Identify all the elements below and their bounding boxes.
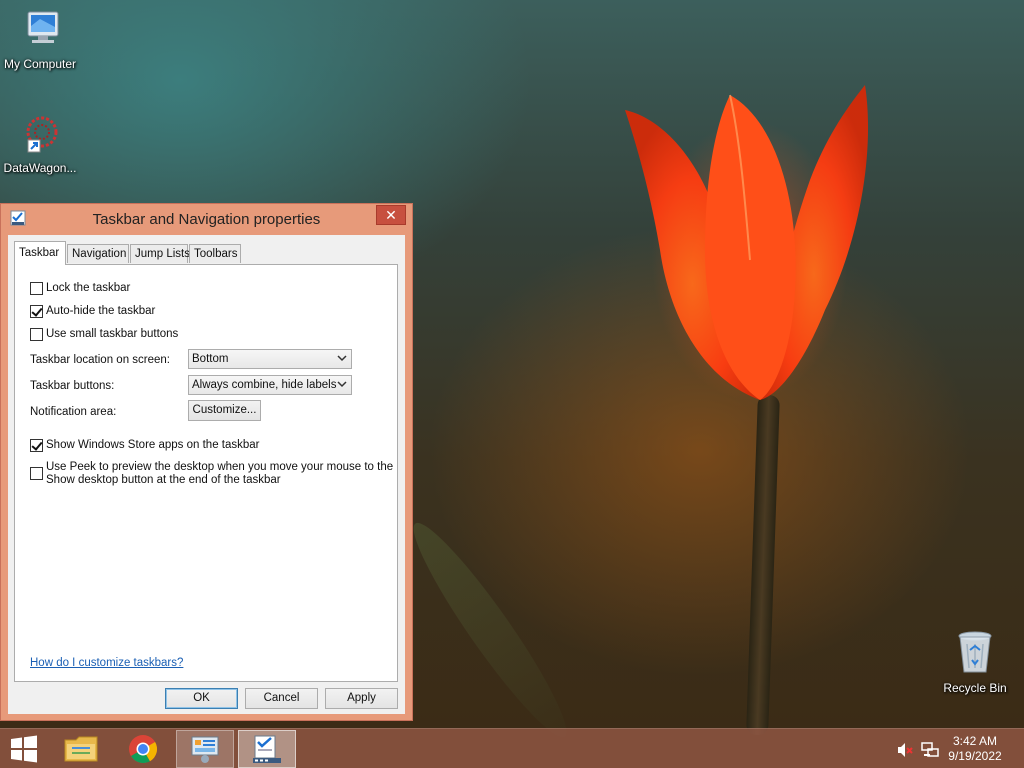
small-buttons-label: Use small taskbar buttons xyxy=(46,328,179,340)
ok-button[interactable]: OK xyxy=(165,688,238,709)
peek-label-line1: Use Peek to preview the desktop when you… xyxy=(46,461,394,473)
cancel-button[interactable]: Cancel xyxy=(245,688,318,709)
dialog-title: Taskbar and Navigation properties xyxy=(92,211,321,228)
lock-taskbar-checkbox[interactable] xyxy=(30,282,43,295)
folder-icon xyxy=(64,736,98,762)
chevron-down-icon xyxy=(337,355,347,362)
taskbar-control-panel[interactable] xyxy=(176,730,234,768)
desktop-icon-datawagon[interactable]: DataWagon... xyxy=(0,112,80,175)
wallpaper-leaf xyxy=(399,512,581,748)
desktop-icon-recycle-bin[interactable]: Recycle Bin xyxy=(935,630,1015,695)
close-button[interactable]: ✕ xyxy=(376,205,406,225)
peek-label-line2: Show desktop button at the end of the ta… xyxy=(46,474,281,486)
dialog-body: Taskbar Navigation Jump Lists Toolbars L… xyxy=(8,235,405,714)
taskbar-properties-dialog: Taskbar and Navigation properties ✕ Task… xyxy=(0,203,413,721)
tray-clock[interactable]: 3:42 AM 9/19/2022 xyxy=(940,734,1010,764)
chrome-icon xyxy=(129,735,158,764)
tab-jump-lists[interactable]: Jump Lists xyxy=(130,244,190,263)
desktop-icon-label: DataWagon... xyxy=(3,161,77,175)
datawagon-shortcut-icon xyxy=(26,116,58,153)
store-apps-label: Show Windows Store apps on the taskbar xyxy=(46,439,260,451)
peek-checkbox[interactable] xyxy=(30,467,43,480)
taskbar-tab-panel: Lock the taskbar Auto-hide the taskbar U… xyxy=(14,264,398,682)
desktop-icon-label: Recycle Bin xyxy=(943,681,1007,695)
clock-time: 3:42 AM xyxy=(952,734,998,748)
location-label: Taskbar location on screen: xyxy=(30,354,170,366)
notification-area-label: Notification area: xyxy=(30,406,117,418)
taskbar-buttons-value: Always combine, hide labels xyxy=(192,379,337,391)
desktop-icon-my-computer[interactable]: My Computer xyxy=(0,8,80,71)
taskbar: 3:42 AM 9/19/2022 xyxy=(0,728,1024,768)
clock-date: 9/19/2022 xyxy=(948,749,1002,763)
volume-muted-icon[interactable] xyxy=(897,742,913,758)
control-panel-icon xyxy=(191,736,219,763)
lock-taskbar-label: Lock the taskbar xyxy=(46,282,131,294)
taskbar-buttons-select[interactable]: Always combine, hide labels xyxy=(188,375,352,395)
tab-toolbars[interactable]: Toolbars xyxy=(189,244,241,263)
apply-button[interactable]: Apply xyxy=(325,688,398,709)
store-apps-checkbox[interactable] xyxy=(30,439,43,452)
location-select[interactable]: Bottom xyxy=(188,349,352,369)
dialog-title-bar[interactable]: Taskbar and Navigation properties ✕ xyxy=(1,204,412,234)
start-button[interactable] xyxy=(0,730,48,768)
desktop-icon-label: My Computer xyxy=(3,57,77,71)
wallpaper-stem xyxy=(746,394,780,736)
auto-hide-label: Auto-hide the taskbar xyxy=(46,305,156,317)
tab-navigation[interactable]: Navigation xyxy=(67,244,129,263)
network-icon[interactable] xyxy=(921,742,939,758)
taskbar-properties-icon xyxy=(253,735,281,763)
taskbar-file-explorer[interactable] xyxy=(52,730,110,768)
small-buttons-checkbox[interactable] xyxy=(30,328,43,341)
location-value: Bottom xyxy=(192,353,229,365)
recycle-bin-icon xyxy=(958,631,992,673)
taskbar-buttons-label: Taskbar buttons: xyxy=(30,380,115,392)
taskbar-chrome[interactable] xyxy=(114,730,172,768)
computer-icon xyxy=(27,11,59,43)
desktop: My Computer DataWagon... Recycle Bin Tas xyxy=(0,0,1024,768)
taskbar-properties-window[interactable] xyxy=(238,730,296,768)
help-link[interactable]: How do I customize taskbars? xyxy=(30,657,183,669)
windows-logo-icon xyxy=(11,735,37,763)
customize-button[interactable]: Customize... xyxy=(188,400,261,421)
wallpaper-tulip xyxy=(625,85,869,400)
auto-hide-checkbox[interactable] xyxy=(30,305,43,318)
chevron-down-icon xyxy=(337,381,347,388)
tab-taskbar[interactable]: Taskbar xyxy=(14,241,66,265)
